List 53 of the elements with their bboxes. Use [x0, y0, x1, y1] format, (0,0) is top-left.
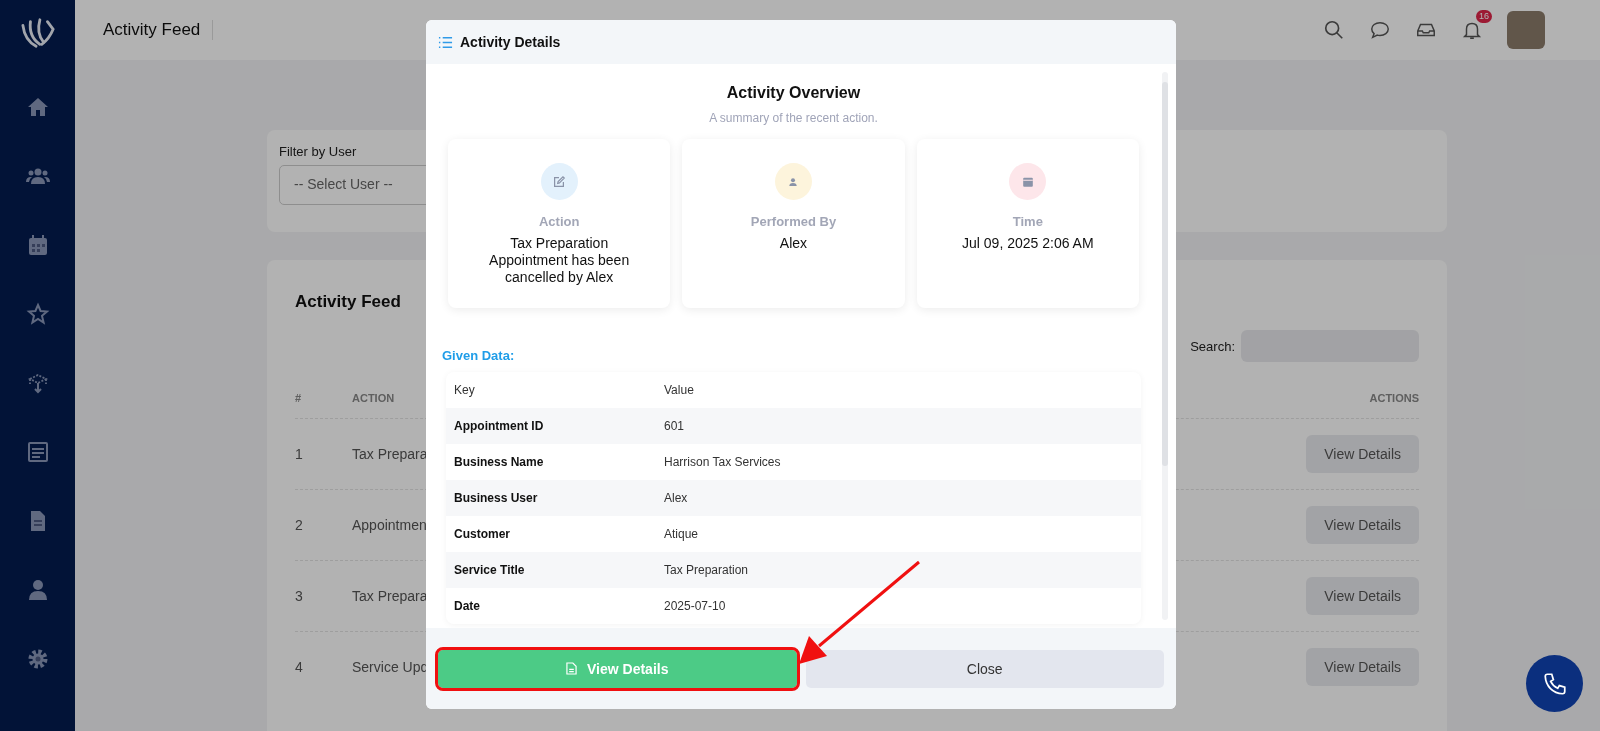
column-header: # [295, 392, 303, 404]
table-cell: Atique [664, 527, 699, 541]
photo-placeholder[interactable] [1507, 11, 1545, 49]
overview-subtitle: A summary of the recent action. [708, 111, 879, 125]
table-cell-text: Date [454, 599, 481, 613]
phone-icon [1541, 670, 1568, 697]
card-value: Jul 09, 2025 2:06 AM [961, 235, 1095, 252]
view-details-button[interactable]: View Details [1306, 506, 1419, 544]
view-details-button[interactable]: View Details [1306, 577, 1419, 615]
phone-button[interactable] [1526, 655, 1583, 712]
notification-count: 16 [1476, 10, 1492, 23]
table-cell: Alex [664, 491, 688, 505]
view-details-button[interactable]: View Details [1306, 648, 1419, 686]
card-label: Performed By [750, 214, 837, 229]
table-cell-text: 3 [295, 588, 304, 604]
card-label: Time [1012, 214, 1043, 229]
table-cell: 2025-07-10 [664, 599, 726, 613]
card-label: Action [538, 214, 580, 229]
table-cell-text: Customer [454, 527, 511, 541]
card-value: Tax Preparation Appointment has been cancelled by Alex [488, 235, 631, 286]
column-header: Key [454, 383, 476, 397]
chat-icon[interactable] [1369, 19, 1391, 41]
column-header: ACTIONS [1369, 392, 1419, 404]
page-title: Activity Feed [103, 20, 214, 40]
column-header: Value [664, 383, 694, 397]
search-icon[interactable] [1323, 19, 1345, 41]
document-icon [566, 662, 577, 675]
close-button[interactable]: Close [805, 649, 1164, 688]
card-value: Alex [778, 235, 809, 252]
table-cell: Appointmen [352, 517, 427, 533]
table-cell-text: 4 [295, 659, 304, 675]
table-cell: Harrison Tax Services [664, 455, 781, 469]
dialog-title: Activity Details [460, 34, 561, 50]
table-cell-text: 1 [295, 446, 304, 462]
column-header: ACTION [352, 392, 395, 404]
scrollbar[interactable] [1162, 72, 1168, 620]
table-cell: Tax Prepara [352, 446, 428, 462]
overview-heading: Activity Overview [725, 84, 862, 102]
filter-label: Filter by User [279, 144, 358, 159]
table-cell-text: Business Name [454, 455, 545, 469]
table-cell-text: Business User [454, 491, 539, 505]
card-title: Activity Feed [295, 292, 402, 312]
table-cell-text: Appointment ID [454, 419, 545, 433]
notification-bell[interactable]: 16 [1461, 10, 1492, 41]
table-cell: Tax Preparation [664, 563, 749, 577]
table-cell-text: Service Title [454, 563, 526, 577]
section-label: Given Data: [441, 348, 516, 363]
table-cell: Tax Prepara [352, 588, 428, 604]
view-details-button[interactable]: View Details [1306, 435, 1419, 473]
search-label: Search: [1190, 338, 1235, 354]
list-icon [438, 34, 453, 50]
table-cell-text: 2 [295, 517, 304, 533]
table-cell: 601 [664, 419, 685, 433]
